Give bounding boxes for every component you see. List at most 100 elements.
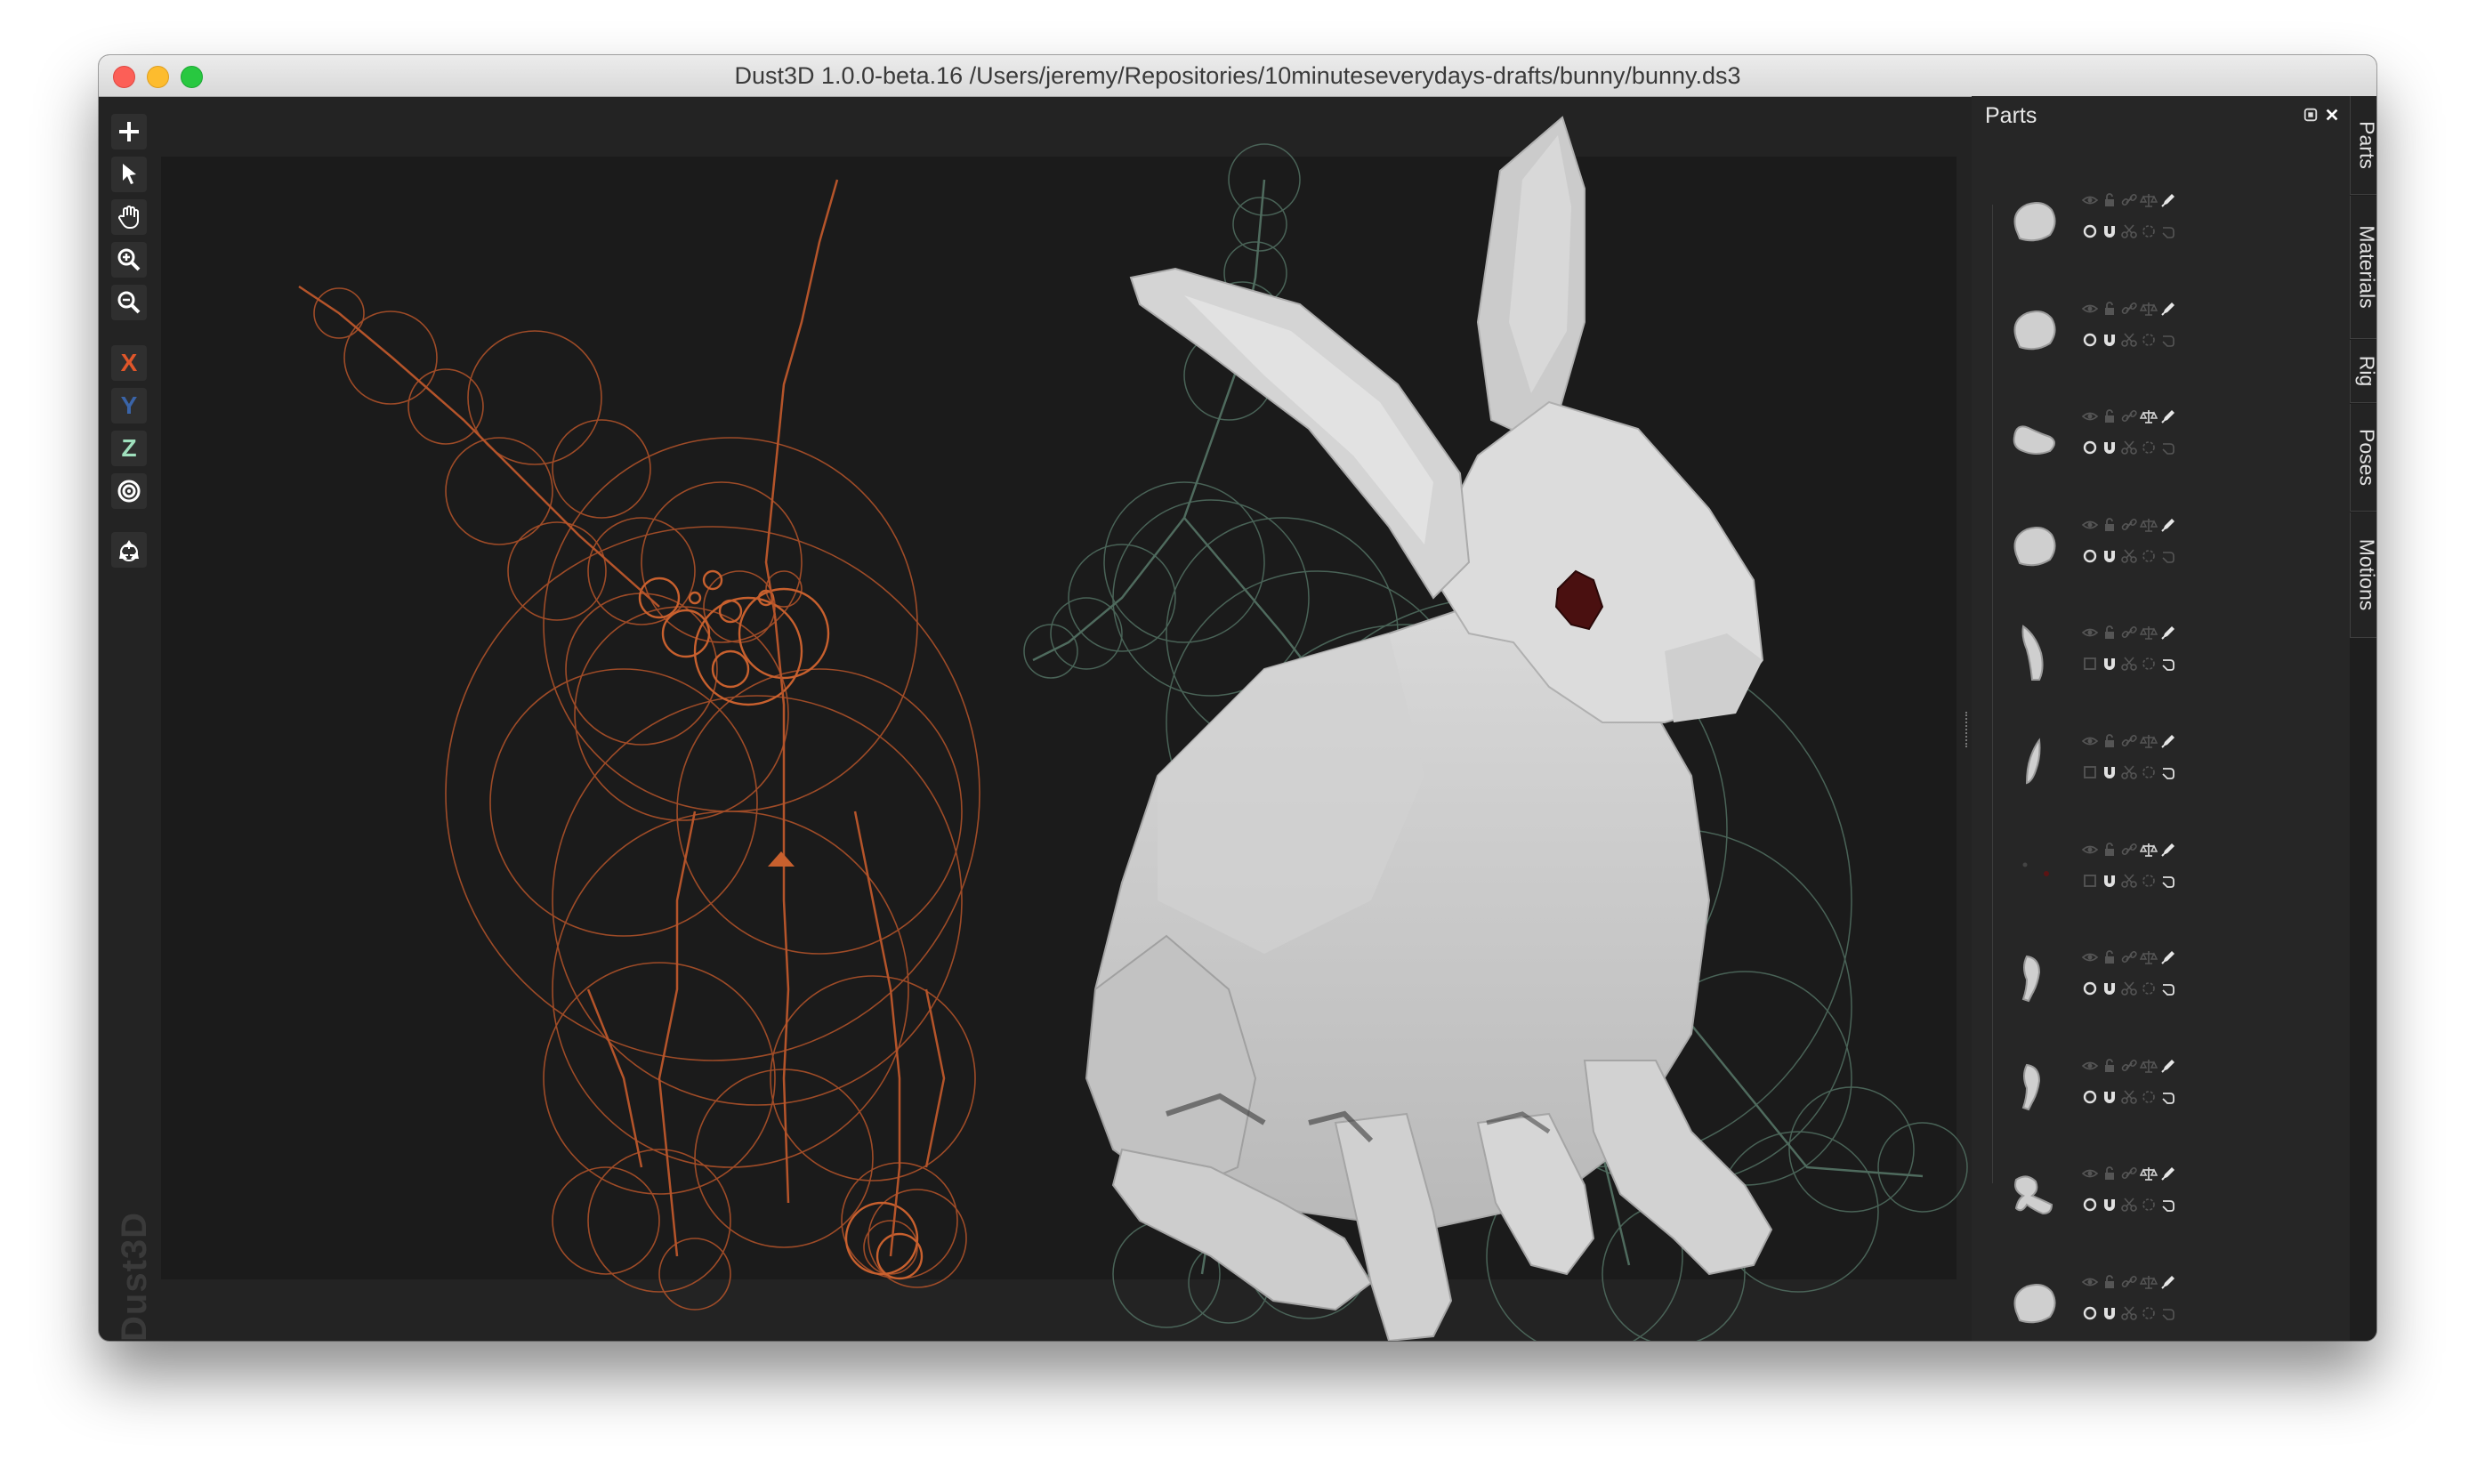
visibility-eye-icon[interactable] (2080, 190, 2100, 210)
chamfer-icon[interactable] (2158, 871, 2178, 891)
mirror-magnet-icon[interactable] (2100, 222, 2119, 241)
mirror-magnet-icon[interactable] (2100, 546, 2119, 566)
link-icon[interactable] (2119, 407, 2139, 426)
visibility-eye-icon[interactable] (2080, 1272, 2100, 1292)
part-row[interactable] (1998, 1267, 2265, 1341)
mirror-magnet-icon[interactable] (2100, 1195, 2119, 1214)
color-pen-icon[interactable] (2158, 731, 2178, 751)
mirror-magnet-icon[interactable] (2100, 654, 2119, 673)
lock-icon[interactable] (2100, 840, 2119, 859)
part-row[interactable] (1998, 726, 2265, 806)
link-icon[interactable] (2119, 1056, 2139, 1076)
rough-edge-icon[interactable] (2139, 1303, 2158, 1323)
chamfer-icon[interactable] (2158, 1087, 2178, 1107)
float-window-icon[interactable] (2301, 105, 2320, 125)
mirror-magnet-icon[interactable] (2100, 438, 2119, 457)
link-icon[interactable] (2119, 840, 2139, 859)
rough-edge-icon[interactable] (2139, 979, 2158, 998)
part-row[interactable] (1998, 835, 2265, 915)
cube-mode-icon[interactable] (2080, 654, 2100, 673)
rough-edge-icon[interactable] (2139, 762, 2158, 782)
smooth-mode-icon[interactable] (2080, 1087, 2100, 1107)
subdivide-scissors-icon[interactable] (2119, 546, 2139, 566)
chamfer-icon[interactable] (2158, 654, 2178, 673)
link-icon[interactable] (2119, 623, 2139, 642)
cube-mode-icon[interactable] (2080, 871, 2100, 891)
balance-icon[interactable] (2139, 190, 2158, 210)
mirror-magnet-icon[interactable] (2100, 1303, 2119, 1323)
part-row[interactable] (1998, 1158, 2265, 1238)
cube-mode-icon[interactable] (2080, 762, 2100, 782)
visibility-eye-icon[interactable] (2080, 1164, 2100, 1183)
subdivide-scissors-icon[interactable] (2119, 979, 2139, 998)
mirror-magnet-icon[interactable] (2100, 762, 2119, 782)
color-pen-icon[interactable] (2158, 190, 2178, 210)
lock-icon[interactable] (2100, 515, 2119, 535)
chamfer-icon[interactable] (2158, 438, 2178, 457)
visibility-eye-icon[interactable] (2080, 407, 2100, 426)
part-row[interactable] (1998, 942, 2265, 1022)
lock-icon[interactable] (2100, 1056, 2119, 1076)
chamfer-icon[interactable] (2158, 762, 2178, 782)
balance-icon[interactable] (2139, 731, 2158, 751)
rough-edge-icon[interactable] (2139, 1087, 2158, 1107)
tab-materials[interactable]: Materials (2350, 196, 2376, 339)
model-viewport[interactable] (161, 100, 2065, 1341)
link-icon[interactable] (2119, 299, 2139, 319)
chamfer-icon[interactable] (2158, 979, 2178, 998)
balance-icon[interactable] (2139, 623, 2158, 642)
add-node-button[interactable] (111, 114, 147, 149)
lock-icon[interactable] (2100, 623, 2119, 642)
lock-icon[interactable] (2100, 948, 2119, 967)
tab-poses[interactable]: Poses (2350, 404, 2376, 512)
color-pen-icon[interactable] (2158, 623, 2178, 642)
z-axis-lock-button[interactable]: Z (111, 431, 147, 466)
mirror-magnet-icon[interactable] (2100, 1087, 2119, 1107)
part-row[interactable] (1998, 185, 2265, 265)
link-icon[interactable] (2119, 515, 2139, 535)
chamfer-icon[interactable] (2158, 222, 2178, 241)
subdivide-scissors-icon[interactable] (2119, 330, 2139, 350)
lock-icon[interactable] (2100, 299, 2119, 319)
subdivide-scissors-icon[interactable] (2119, 871, 2139, 891)
mirror-magnet-icon[interactable] (2100, 330, 2119, 350)
part-row[interactable] (1998, 294, 2265, 374)
part-row[interactable] (1998, 617, 2265, 698)
tab-motions[interactable]: Motions (2350, 512, 2376, 638)
link-icon[interactable] (2119, 1164, 2139, 1183)
color-pen-icon[interactable] (2158, 1056, 2178, 1076)
close-icon[interactable] (2322, 105, 2342, 125)
rough-edge-icon[interactable] (2139, 654, 2158, 673)
balance-icon[interactable] (2139, 407, 2158, 426)
visibility-eye-icon[interactable] (2080, 623, 2100, 642)
rough-edge-icon[interactable] (2139, 871, 2158, 891)
rough-edge-icon[interactable] (2139, 546, 2158, 566)
subdivide-scissors-icon[interactable] (2119, 438, 2139, 457)
link-icon[interactable] (2119, 731, 2139, 751)
balance-icon[interactable] (2139, 1272, 2158, 1292)
chamfer-icon[interactable] (2158, 1303, 2178, 1323)
y-axis-lock-button[interactable]: Y (111, 388, 147, 423)
color-pen-icon[interactable] (2158, 1164, 2178, 1183)
tab-parts[interactable]: Parts (2350, 96, 2376, 195)
link-icon[interactable] (2119, 1272, 2139, 1292)
smooth-mode-icon[interactable] (2080, 330, 2100, 350)
color-pen-icon[interactable] (2158, 840, 2178, 859)
subdivide-scissors-icon[interactable] (2119, 1303, 2139, 1323)
subdivide-scissors-icon[interactable] (2119, 1087, 2139, 1107)
color-pen-icon[interactable] (2158, 1272, 2178, 1292)
balance-icon[interactable] (2139, 1056, 2158, 1076)
pan-button[interactable] (111, 199, 147, 235)
visibility-eye-icon[interactable] (2080, 840, 2100, 859)
x-axis-lock-button[interactable]: X (111, 345, 147, 381)
subdivide-scissors-icon[interactable] (2119, 762, 2139, 782)
rough-edge-icon[interactable] (2139, 438, 2158, 457)
part-row[interactable] (1998, 401, 2265, 481)
link-icon[interactable] (2119, 190, 2139, 210)
tab-rig[interactable]: Rig (2350, 340, 2376, 403)
balance-icon[interactable] (2139, 840, 2158, 859)
chamfer-icon[interactable] (2158, 330, 2178, 350)
lock-icon[interactable] (2100, 190, 2119, 210)
subdivide-scissors-icon[interactable] (2119, 654, 2139, 673)
balance-icon[interactable] (2139, 948, 2158, 967)
